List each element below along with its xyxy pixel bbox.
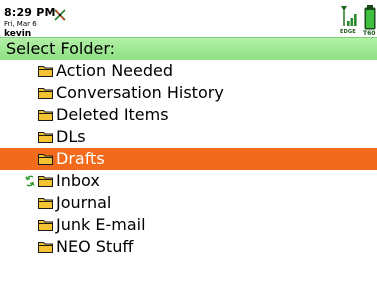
- clock-time: 8:29 PM: [4, 6, 56, 19]
- folder-icon: [38, 132, 53, 143]
- folder-list: Action Needed Conversation History Delet…: [0, 60, 377, 258]
- folder-label: NEO Stuff: [56, 237, 134, 256]
- folder-label: Junk E-mail: [56, 215, 146, 234]
- folder-item-dls[interactable]: DLs: [0, 126, 377, 148]
- folder-item-neo-stuff[interactable]: NEO Stuff: [0, 236, 377, 258]
- folder-item-inbox[interactable]: Inbox: [0, 170, 377, 192]
- folder-icon: [38, 154, 53, 165]
- clock-date: Fri, Mar 6: [4, 20, 37, 28]
- folder-icon: [38, 88, 53, 99]
- sync-icon: [25, 175, 35, 187]
- battery-label: T60: [363, 30, 376, 37]
- network-type-label: EDGE: [340, 29, 356, 35]
- folder-icon: [38, 110, 53, 121]
- folder-icon: [38, 176, 53, 187]
- signal-strength-icon: [341, 6, 357, 26]
- folder-item-journal[interactable]: Journal: [0, 192, 377, 214]
- folder-item-deleted-items[interactable]: Deleted Items: [0, 104, 377, 126]
- folder-label: Journal: [56, 193, 112, 212]
- folder-label: Action Needed: [56, 61, 174, 80]
- folder-icon: [38, 220, 53, 231]
- header-title: Select Folder:: [6, 39, 115, 58]
- missed-call-icon: [54, 9, 66, 21]
- folder-label: Inbox: [56, 171, 100, 190]
- folder-label: Drafts: [56, 149, 105, 168]
- folder-item-drafts[interactable]: Drafts: [0, 148, 377, 170]
- folder-item-action-needed[interactable]: Action Needed: [0, 60, 377, 82]
- folder-label: Deleted Items: [56, 105, 169, 124]
- folder-icon: [38, 66, 53, 77]
- folder-label: DLs: [56, 127, 86, 146]
- folder-icon: [38, 198, 53, 209]
- folder-item-junk-email[interactable]: Junk E-mail: [0, 214, 377, 236]
- folder-item-conversation-history[interactable]: Conversation History: [0, 82, 377, 104]
- folder-label: Conversation History: [56, 83, 224, 102]
- folder-icon: [38, 242, 53, 253]
- select-folder-header: Select Folder:: [0, 37, 377, 60]
